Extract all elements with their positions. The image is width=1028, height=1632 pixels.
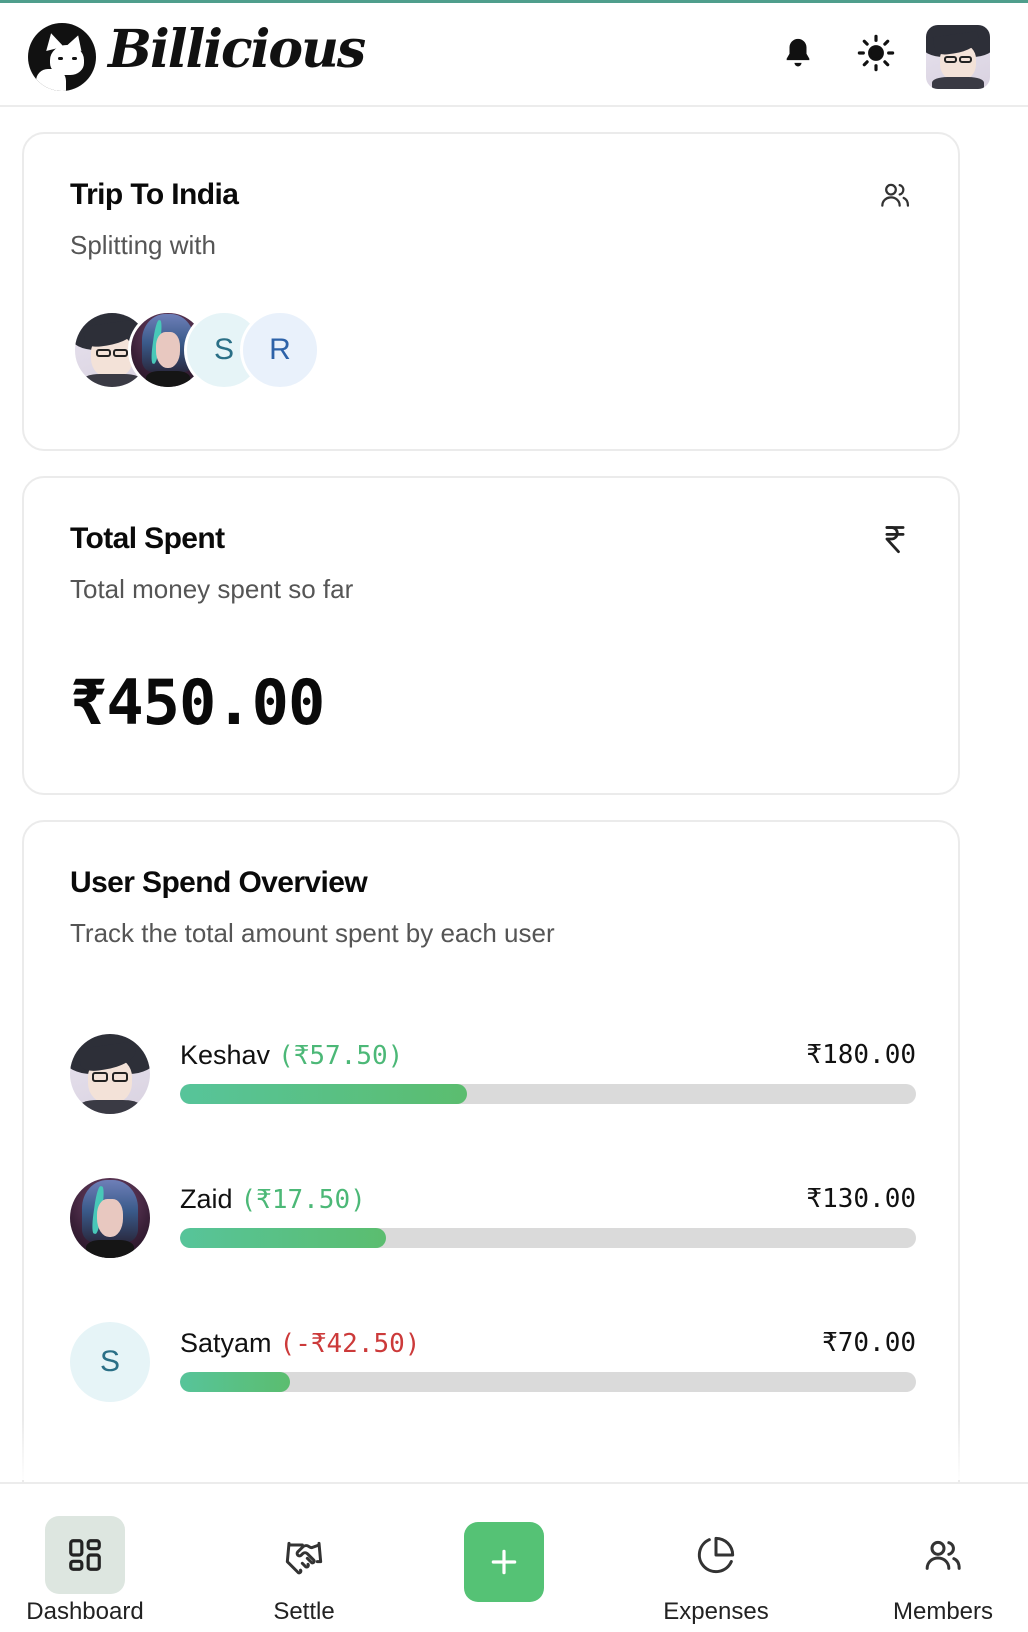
nav-settle[interactable]: Settle bbox=[219, 1498, 389, 1628]
spend-progress-bar bbox=[180, 1228, 916, 1248]
user-name: Zaid bbox=[180, 1184, 233, 1214]
group-subtitle: Splitting with bbox=[70, 230, 216, 260]
list-item[interactable]: S Satyam (-₹42.50) ₹70.00 bbox=[70, 1322, 916, 1412]
users-icon[interactable] bbox=[878, 178, 912, 212]
rupee-icon bbox=[878, 522, 912, 556]
overview-subtitle: Track the total amount spent by each use… bbox=[70, 918, 555, 948]
avatar bbox=[70, 1178, 150, 1258]
bottom-navigation: Dashboard Settle Expenses Members bbox=[0, 1482, 1028, 1632]
scroll-fade bbox=[0, 1420, 1028, 1480]
user-total: ₹70.00 bbox=[822, 1328, 916, 1358]
spend-progress-fill bbox=[180, 1372, 291, 1392]
theme-toggle-sun-icon[interactable] bbox=[856, 33, 896, 73]
avatar bbox=[70, 1034, 150, 1114]
group-card: Trip To India Splitting with S R bbox=[22, 132, 960, 451]
user-balance-delta: (₹17.50) bbox=[240, 1185, 366, 1215]
dashboard-icon bbox=[45, 1516, 125, 1594]
user-total: ₹130.00 bbox=[806, 1184, 916, 1214]
list-item[interactable]: Keshav (₹57.50) ₹180.00 bbox=[70, 1034, 916, 1124]
user-total: ₹180.00 bbox=[806, 1040, 916, 1070]
user-name: Satyam bbox=[180, 1328, 272, 1358]
total-spent-card: Total Spent Total money spent so far ₹45… bbox=[22, 476, 960, 795]
nav-label-members: Members bbox=[892, 1598, 994, 1625]
spend-progress-bar bbox=[180, 1084, 916, 1104]
nav-expenses[interactable]: Expenses bbox=[631, 1498, 801, 1628]
spend-progress-bar bbox=[180, 1372, 916, 1392]
user-balance-delta: (₹57.50) bbox=[278, 1041, 404, 1071]
total-amount: ₹450.00 bbox=[70, 666, 325, 739]
nav-label-settle: Settle bbox=[273, 1598, 335, 1625]
user-name: Keshav bbox=[180, 1040, 271, 1070]
nav-label-dashboard: Dashboard bbox=[26, 1598, 144, 1625]
add-expense-button[interactable] bbox=[464, 1522, 544, 1602]
handshake-icon bbox=[264, 1516, 344, 1594]
list-item[interactable]: Zaid (₹17.50) ₹130.00 bbox=[70, 1178, 916, 1268]
overview-title: User Spend Overview bbox=[70, 866, 368, 899]
profile-avatar[interactable] bbox=[926, 25, 990, 89]
notification-bell-icon[interactable] bbox=[778, 33, 818, 73]
nav-dashboard[interactable]: Dashboard bbox=[0, 1498, 170, 1628]
brand-name[interactable]: Billicious bbox=[108, 19, 366, 80]
nav-members[interactable]: Members bbox=[858, 1498, 1028, 1628]
logo-icon[interactable] bbox=[28, 23, 96, 91]
users-icon bbox=[903, 1516, 983, 1594]
plus-icon bbox=[491, 1549, 517, 1575]
group-title: Trip To India bbox=[70, 178, 239, 211]
member-avatar-r[interactable]: R bbox=[240, 310, 320, 390]
user-balance-delta: (-₹42.50) bbox=[279, 1329, 421, 1359]
user-name-line: Satyam (-₹42.50) bbox=[180, 1328, 420, 1359]
user-name-line: Zaid (₹17.50) bbox=[180, 1184, 366, 1215]
avatar: S bbox=[70, 1322, 150, 1402]
app-header: Billicious bbox=[0, 3, 1028, 107]
user-name-line: Keshav (₹57.50) bbox=[180, 1040, 403, 1071]
pie-chart-icon bbox=[676, 1516, 756, 1594]
total-subtitle: Total money spent so far bbox=[70, 574, 354, 604]
nav-label-expenses: Expenses bbox=[663, 1598, 769, 1625]
spend-progress-fill bbox=[180, 1228, 387, 1248]
spend-progress-fill bbox=[180, 1084, 468, 1104]
total-title: Total Spent bbox=[70, 522, 225, 555]
